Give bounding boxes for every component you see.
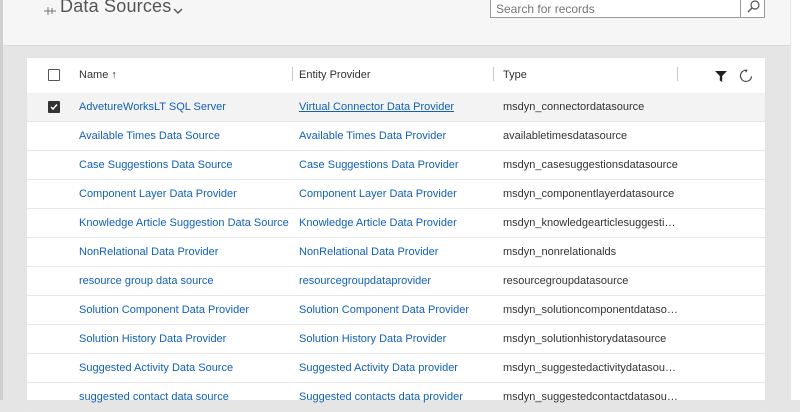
table-row[interactable]: Solution Component Data Provider Solutio… [27,296,765,325]
filter-icon[interactable] [715,71,727,85]
type-value: msdyn_suggestedactivitydatasource [503,362,678,374]
entity-provider-link[interactable]: Suggested Activity Data provider [299,362,489,374]
record-name-link[interactable]: Knowledge Article Suggestion Data Source [79,217,289,229]
record-name-link[interactable]: Suggested Activity Data Source [79,362,289,374]
refresh-icon[interactable] [739,69,753,86]
record-name-link[interactable]: suggested contact data source [79,391,289,403]
table-row[interactable]: AdvetureWorksLT SQL Server Virtual Conne… [27,93,765,122]
table-row[interactable]: Knowledge Article Suggestion Data Source… [27,209,765,238]
pin-icon[interactable] [43,4,57,16]
record-name-link[interactable]: Solution History Data Provider [79,333,289,345]
page-header: Data Sources [3,0,790,46]
column-header-type[interactable]: Type [503,69,527,81]
table-row[interactable]: NonRelational Data Provider NonRelationa… [27,238,765,267]
table-row[interactable]: Component Layer Data Provider Component … [27,180,765,209]
record-name-link[interactable]: Case Suggestions Data Source [79,159,289,171]
search-input[interactable] [490,0,740,18]
table-row[interactable]: Case Suggestions Data Source Case Sugges… [27,151,765,180]
type-value: availabletimesdatasource [503,130,628,142]
search-button[interactable] [740,0,765,18]
type-value: msdyn_componentlayerdatasource [503,188,675,200]
entity-provider-link[interactable]: Available Times Data Provider [299,130,489,142]
type-value: msdyn_connectordatasource [503,101,645,113]
column-header-name[interactable]: Name ↑ [79,69,117,81]
table-row[interactable]: Available Times Data Source Available Ti… [27,122,765,151]
scrollbar[interactable] [790,0,800,400]
type-value: msdyn_solutionhistorydatasource [503,333,667,345]
type-value: msdyn_casesuggestionsdatasource [503,159,678,171]
search-icon [747,0,760,13]
entity-provider-link[interactable]: NonRelational Data Provider [299,246,489,258]
entity-provider-link[interactable]: Case Suggestions Data Provider [299,159,489,171]
select-all-checkbox[interactable] [48,69,60,81]
row-checkbox[interactable] [48,101,60,113]
column-header-provider[interactable]: Entity Provider [299,69,371,81]
entity-provider-link[interactable]: Suggested contacts data provider [299,391,489,403]
record-name-link[interactable]: Component Layer Data Provider [79,188,289,200]
column-divider[interactable] [677,67,678,81]
record-name-link[interactable]: Available Times Data Source [79,130,289,142]
chevron-down-icon[interactable] [173,2,183,14]
table-row[interactable]: suggested contact data source Suggested … [27,383,765,412]
entity-provider-link[interactable]: Solution History Data Provider [299,333,489,345]
record-name-link[interactable]: Solution Component Data Provider [79,304,289,316]
record-name-link[interactable]: NonRelational Data Provider [79,246,289,258]
page-title[interactable]: Data Sources [60,0,171,17]
grid-header: Name ↑ Entity Provider Type [27,58,765,94]
type-value: msdyn_nonrelationalds [503,246,617,258]
table-row[interactable]: resource group data source resourcegroup… [27,267,765,296]
entity-provider-link[interactable]: Component Layer Data Provider [299,188,489,200]
record-name-link[interactable]: resource group data source [79,275,289,287]
type-value: msdyn_suggestedcontactdatasource [503,391,678,403]
record-name-link[interactable]: AdvetureWorksLT SQL Server [79,101,289,113]
entity-provider-link[interactable]: Virtual Connector Data Provider [299,101,489,113]
type-value: resourcegroupdatasource [503,275,629,287]
left-edge [0,0,3,400]
column-divider[interactable] [493,67,494,81]
type-value: msdyn_solutioncomponentdatasour... [503,304,678,316]
entity-provider-link[interactable]: Knowledge Article Data Provider [299,217,489,229]
table-row[interactable]: Suggested Activity Data Source Suggested… [27,354,765,383]
type-value: msdyn_knowledgearticlesuggestion... [503,217,678,229]
table-row[interactable]: Solution History Data Provider Solution … [27,325,765,354]
entity-provider-link[interactable]: Solution Component Data Provider [299,304,489,316]
entity-provider-link[interactable]: resourcegroupdataprovider [299,275,489,287]
column-divider[interactable] [292,67,293,81]
data-grid: Name ↑ Entity Provider Type AdvetureWork… [26,57,766,412]
